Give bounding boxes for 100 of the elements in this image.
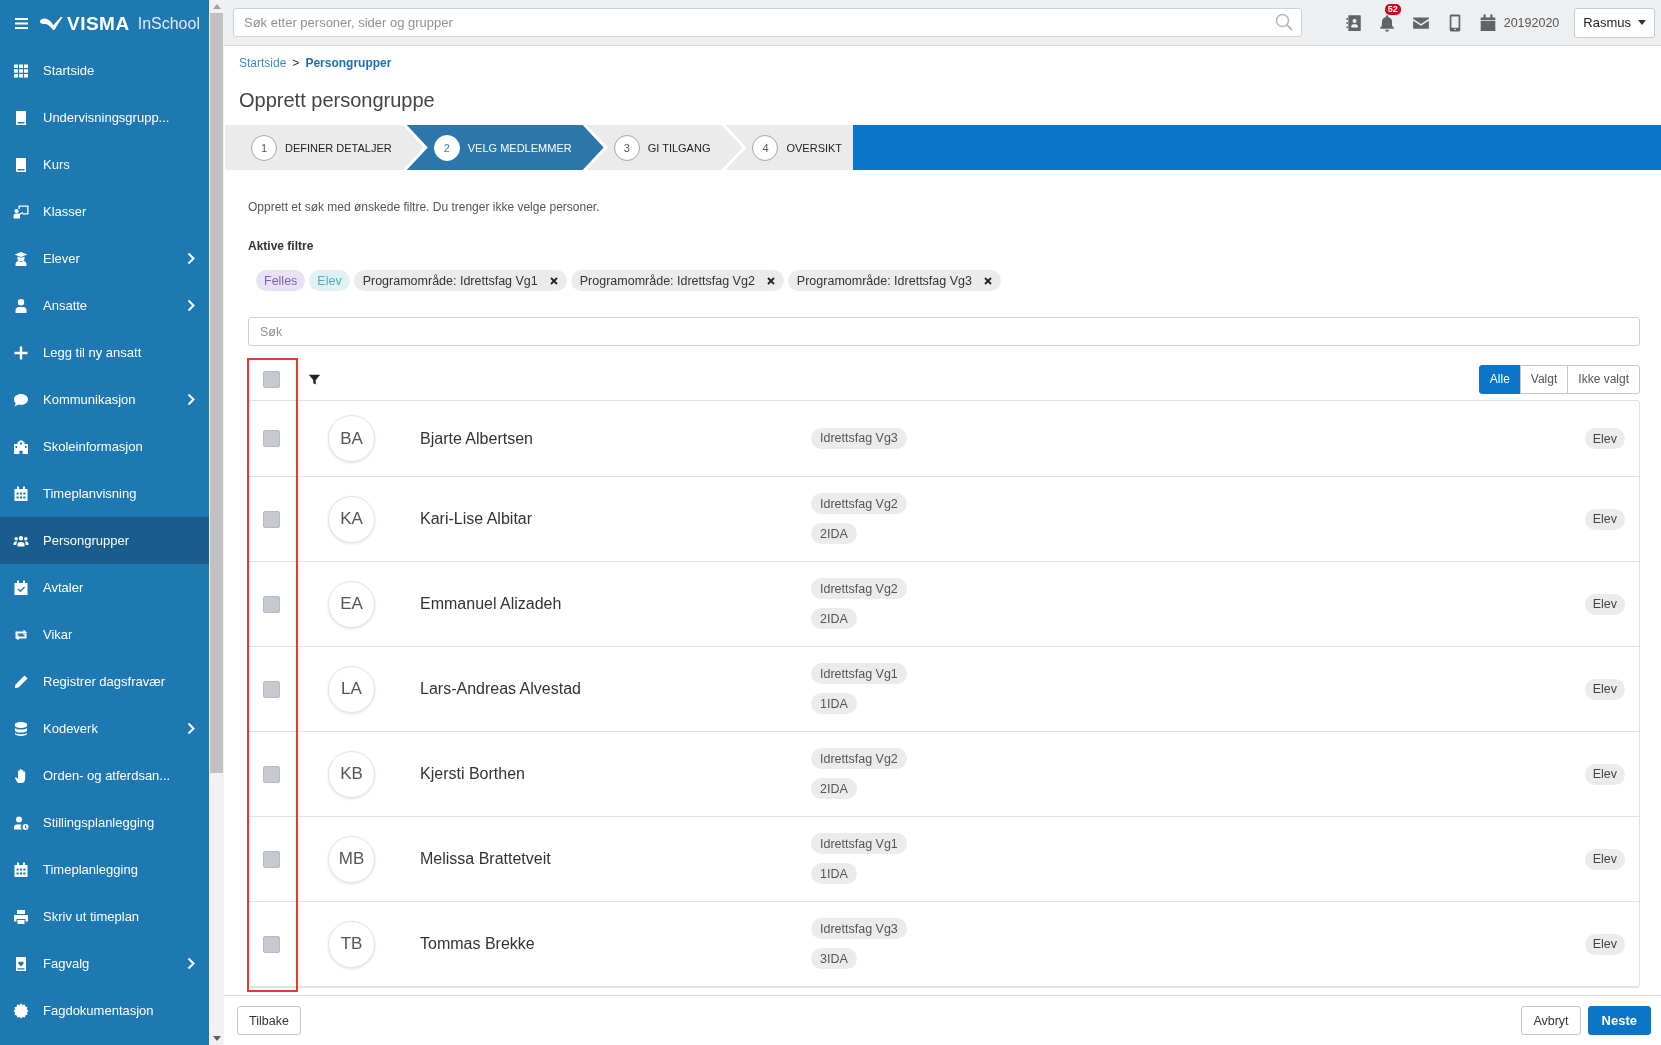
calendar-icon	[13, 861, 29, 878]
caret-icon	[1638, 20, 1646, 25]
sidebar-item[interactable]: Vikar	[0, 611, 209, 658]
seal-icon	[13, 1002, 29, 1019]
school-icon	[13, 438, 29, 455]
row-checkbox[interactable]	[263, 850, 280, 868]
sidebar-item[interactable]: Stillingsplanlegging	[0, 799, 209, 846]
view-toggle-button[interactable]: Valgt	[1519, 364, 1569, 394]
sidebar-item[interactable]: Kodeverk	[0, 705, 209, 752]
person-name: Emmanuel Alizadeh	[420, 595, 563, 613]
sidebar-item[interactable]: Legg til ny ansatt	[0, 329, 209, 376]
sidebar-item[interactable]: Registrer dagsfravær	[0, 658, 209, 705]
wizard-step[interactable]: 3 GI TILGANG	[586, 125, 743, 170]
group-tag: Idrettsfag Vg2	[811, 748, 907, 769]
person-name: Bjarte Albertsen	[420, 429, 534, 448]
sidebar-item[interactable]: Ansatte	[0, 282, 209, 329]
role-tag: Elev	[1584, 848, 1625, 870]
sidebar-item[interactable]: Timeplanvisning	[0, 470, 209, 517]
description-text: Opprett et søk med ønskede filtre. Du trenger ikke velge personer.	[248, 199, 601, 215]
filter-chip[interactable]: Programområde: Idrettsfag Vg1	[353, 270, 567, 291]
role-tag: Elev	[1584, 508, 1625, 530]
role-tag: Elev	[1584, 593, 1625, 615]
bell-icon[interactable]	[1377, 13, 1396, 32]
group-tag: 3IDA	[811, 948, 857, 969]
step-number: 1	[251, 134, 277, 161]
sidebar-item[interactable]: Fagdokumentasjon	[0, 987, 209, 1034]
calendar-icon	[13, 485, 29, 502]
group-tag: Idrettsfag Vg2	[811, 493, 907, 514]
row-checkbox[interactable]	[263, 595, 280, 613]
close-icon[interactable]	[549, 276, 558, 285]
plus-icon	[13, 344, 29, 361]
close-icon[interactable]	[766, 276, 775, 285]
scrollbar-thumb[interactable]	[210, 13, 223, 773]
search-field[interactable]: Søk	[248, 317, 1640, 346]
cancel-button[interactable]: Avbryt	[1521, 1006, 1581, 1035]
avatar: BA	[328, 415, 375, 462]
student-icon	[13, 250, 29, 267]
search-icon[interactable]	[1274, 13, 1293, 31]
step-number: 4	[752, 134, 779, 161]
person-name: Melissa Brattetveit	[420, 850, 552, 868]
school-year: 20192020	[1503, 15, 1560, 30]
sidebar-item[interactable]: Skriv ut timeplan	[0, 893, 209, 940]
breadcrumb-link[interactable]: Startside	[239, 55, 287, 71]
calendar-icon[interactable]	[1478, 13, 1497, 32]
sidebar-item[interactable]: Timeplanlegging	[0, 846, 209, 893]
group-tag: Idrettsfag Vg1	[811, 663, 907, 684]
group-tag: 1IDA	[811, 693, 857, 714]
sidebar-item[interactable]: Startside	[0, 47, 209, 94]
row-checkbox[interactable]	[263, 430, 280, 447]
sidebar-item[interactable]: Kommunikasjon	[0, 376, 209, 423]
search-field[interactable]: Søk etter personer, sider og grupper	[233, 8, 1302, 37]
wizard-step[interactable]: 1 DEFINER DETALJER	[225, 125, 424, 170]
menu-icon[interactable]	[15, 18, 28, 29]
grid-icon	[13, 62, 29, 79]
filter-icon[interactable]	[308, 372, 321, 386]
sidebar-item[interactable]: Fagvalg	[0, 940, 209, 987]
page-title: Opprett persongruppe	[239, 88, 436, 113]
row-checkbox[interactable]	[263, 765, 280, 783]
breadcrumb-separator: >	[292, 55, 300, 71]
group-tag: 2IDA	[811, 608, 857, 629]
scroll-down-icon[interactable]	[212, 1036, 221, 1041]
row-checkbox[interactable]	[263, 510, 280, 528]
person-name: Kjersti Borthen	[420, 765, 526, 783]
avatar: MB	[328, 835, 375, 883]
printer-icon	[13, 908, 29, 925]
sidebar-item[interactable]: Klasser	[0, 188, 209, 235]
sidebar-item[interactable]: Elever	[0, 235, 209, 282]
sidebar-item[interactable]: Orden- og atferdsan...	[0, 752, 209, 799]
address-book-icon[interactable]	[1344, 13, 1363, 32]
scrollbar[interactable]	[209, 0, 224, 1045]
user-menu-button[interactable]: Rasmus	[1574, 7, 1655, 38]
sidebar-item[interactable]: Skoleinformasjon	[0, 423, 209, 470]
filter-chip[interactable]: Programområde: Idrettsfag Vg2	[570, 270, 784, 291]
next-button[interactable]: Neste	[1587, 1006, 1651, 1035]
row-checkbox[interactable]	[263, 680, 280, 698]
person-name: Tommas Brekke	[420, 935, 536, 953]
group-tag: Idrettsfag Vg3	[811, 918, 907, 939]
sidebar-item[interactable]: Avtaler	[0, 564, 209, 611]
wizard-step[interactable]: 4 OVERSIKT	[725, 125, 854, 170]
select-all-checkbox[interactable]	[263, 370, 280, 388]
close-icon[interactable]	[983, 276, 992, 285]
view-toggle-button[interactable]: Ikke valgt	[1567, 364, 1640, 394]
scroll-up-icon[interactable]	[212, 4, 221, 9]
step-number: 3	[613, 134, 640, 161]
row-checkbox[interactable]	[263, 935, 280, 953]
back-button[interactable]: Tilbake	[237, 1006, 301, 1035]
filter-chip[interactable]: Programområde: Idrettsfag Vg3	[787, 270, 1001, 291]
role-tag: Elev	[1584, 933, 1625, 955]
sidebar-item[interactable]: Undervisningsgrupp...	[0, 94, 209, 141]
sidebar-item[interactable]: Persongrupper	[0, 517, 209, 564]
breadcrumb-link[interactable]: Persongrupper	[305, 55, 392, 71]
group-tag: 2IDA	[811, 778, 857, 799]
wizard-step[interactable]: 2 VELG MEDLEMMER	[406, 125, 604, 170]
person-icon	[13, 297, 29, 314]
role-tag: Elev	[1584, 678, 1625, 700]
avatar: KA	[328, 495, 375, 543]
sidebar-item[interactable]: Kurs	[0, 141, 209, 188]
chat-icon	[13, 391, 29, 408]
view-toggle-button[interactable]: Alle	[1478, 364, 1521, 394]
avatar: KB	[328, 750, 375, 798]
